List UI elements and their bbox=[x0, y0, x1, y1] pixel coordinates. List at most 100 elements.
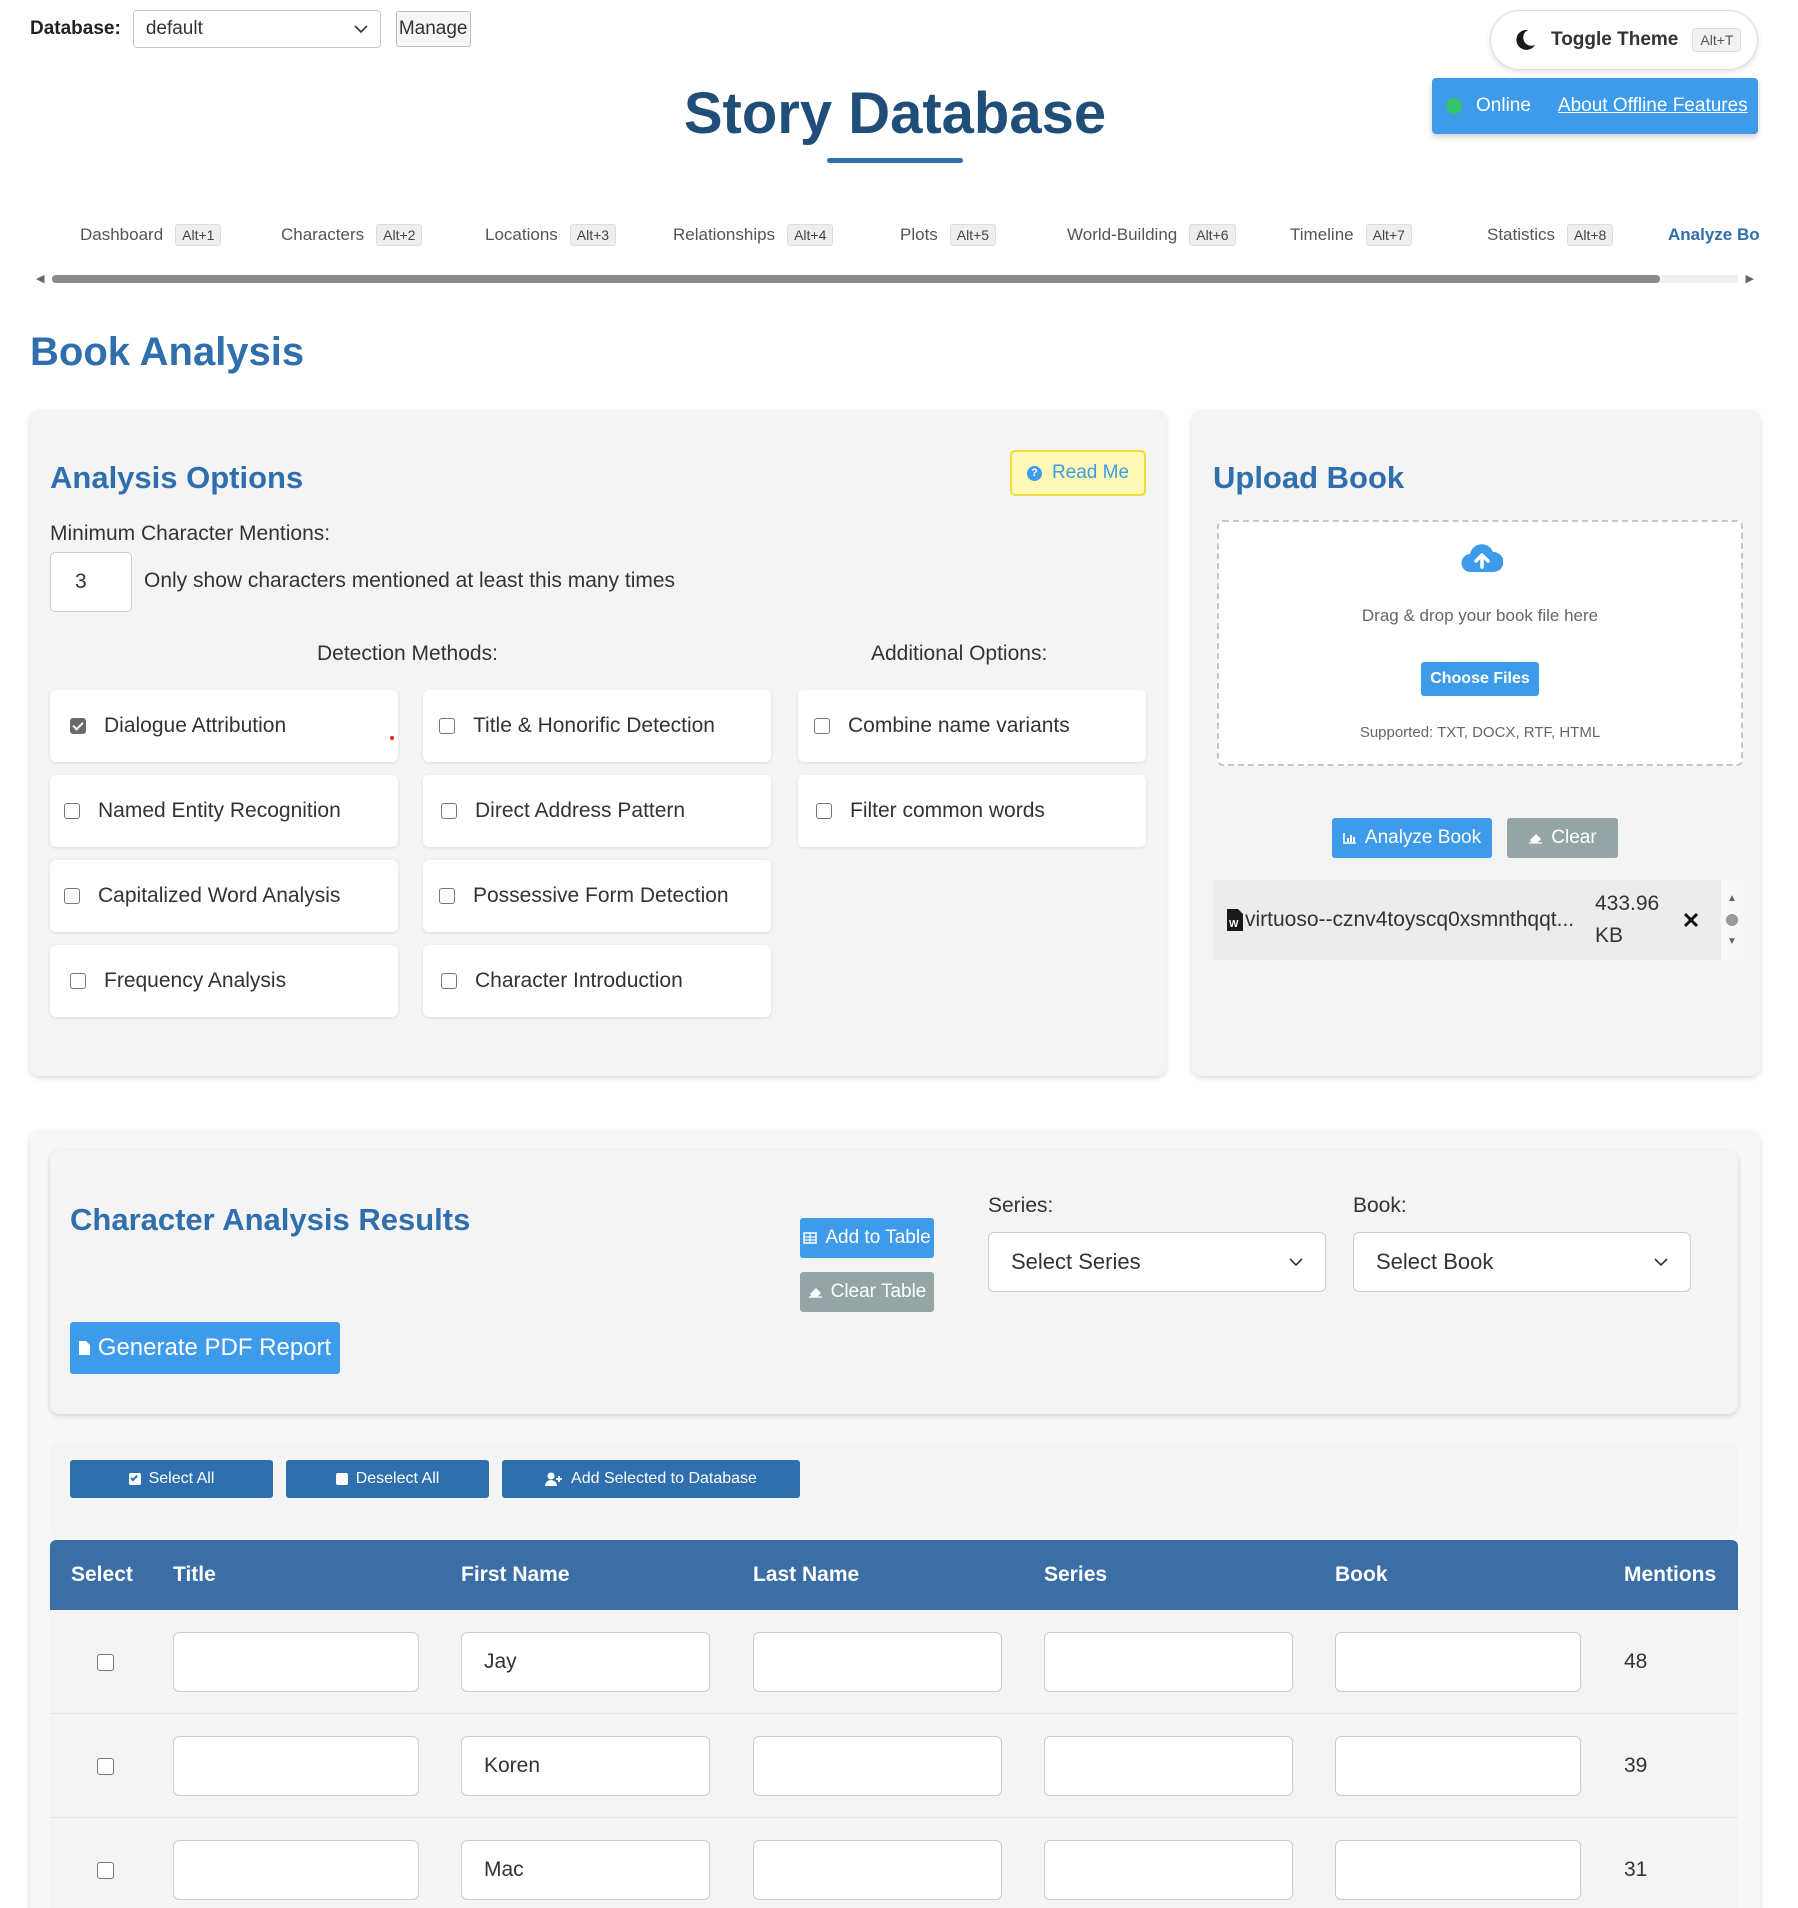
checkbox[interactable] bbox=[439, 888, 455, 904]
clear-table-button[interactable]: Clear Table bbox=[800, 1272, 934, 1312]
nav-shortcut: Alt+1 bbox=[175, 224, 222, 246]
series-select[interactable]: Select Series bbox=[988, 1232, 1326, 1292]
eraser-icon bbox=[1529, 834, 1543, 844]
results-title: Character Analysis Results bbox=[70, 1202, 471, 1237]
select-all-button[interactable]: Select All bbox=[70, 1460, 273, 1498]
option-character-introduction[interactable]: Character Introduction bbox=[423, 945, 771, 1017]
series-input[interactable] bbox=[1044, 1840, 1293, 1900]
nav-item-statistics[interactable]: Statistics Alt+8 bbox=[1487, 218, 1614, 252]
scroll-right-icon[interactable]: ▶ bbox=[1746, 272, 1754, 286]
table-icon bbox=[803, 1232, 818, 1244]
nav-shortcut: Alt+2 bbox=[376, 224, 423, 246]
option-label: Title & Honorific Detection bbox=[473, 714, 715, 737]
checkbox-checked[interactable] bbox=[70, 718, 86, 734]
title-input[interactable] bbox=[173, 1840, 419, 1900]
database-bar: Database: default Manage bbox=[30, 10, 471, 48]
scroll-thumb[interactable] bbox=[1726, 914, 1738, 926]
nav-shortcut: Alt+7 bbox=[1365, 224, 1412, 246]
generate-pdf-button[interactable]: Generate PDF Report bbox=[70, 1322, 340, 1374]
row-checkbox[interactable] bbox=[97, 1758, 114, 1775]
option-title-honorific[interactable]: Title & Honorific Detection bbox=[423, 690, 771, 762]
column-header-first-name: First Name bbox=[461, 1563, 570, 1586]
checkbox[interactable] bbox=[64, 803, 80, 819]
first-name-input[interactable]: Koren bbox=[461, 1736, 710, 1796]
file-dropzone[interactable]: Drag & drop your book file here Choose F… bbox=[1217, 520, 1743, 766]
option-named-entity[interactable]: Named Entity Recognition bbox=[50, 775, 398, 847]
nav-item-analyze-book[interactable]: Analyze Bo bbox=[1668, 218, 1760, 252]
book-select[interactable]: Select Book bbox=[1353, 1232, 1691, 1292]
last-name-input[interactable] bbox=[753, 1632, 1002, 1692]
nav-item-timeline[interactable]: Timeline Alt+7 bbox=[1290, 218, 1412, 252]
title-input[interactable] bbox=[173, 1632, 419, 1692]
checkbox[interactable] bbox=[816, 803, 832, 819]
analyze-book-button[interactable]: Analyze Book bbox=[1332, 818, 1492, 858]
nav-item-world-building[interactable]: World-Building Alt+6 bbox=[1067, 218, 1236, 252]
title-input[interactable] bbox=[173, 1736, 419, 1796]
moon-icon bbox=[1516, 29, 1535, 50]
scroll-left-icon[interactable]: ◀ bbox=[36, 272, 44, 286]
file-list-scrollbar[interactable]: ▲ ▼ bbox=[1721, 880, 1743, 960]
add-selected-button[interactable]: Add Selected to Database bbox=[502, 1460, 800, 1498]
row-checkbox[interactable] bbox=[97, 1862, 114, 1879]
checkbox[interactable] bbox=[70, 973, 86, 989]
nav-item-plots[interactable]: Plots Alt+5 bbox=[900, 218, 997, 252]
option-combine-name-variants[interactable]: Combine name variants bbox=[798, 690, 1146, 762]
manage-button[interactable]: Manage bbox=[395, 11, 471, 47]
checkbox[interactable] bbox=[814, 718, 830, 734]
option-label: Dialogue Attribution bbox=[104, 714, 287, 737]
nav-scrollbar[interactable]: ◀ ▶ bbox=[30, 272, 1760, 286]
nav-label: Relationships bbox=[673, 225, 776, 244]
option-possessive-form[interactable]: Possessive Form Detection bbox=[423, 860, 771, 932]
cloud-upload-icon bbox=[1461, 544, 1503, 573]
option-capitalized-word[interactable]: Capitalized Word Analysis bbox=[50, 860, 398, 932]
checkbox[interactable] bbox=[441, 973, 457, 989]
option-label: Direct Address Pattern bbox=[475, 799, 686, 822]
scroll-down-icon[interactable]: ▼ bbox=[1727, 936, 1737, 947]
option-direct-address[interactable]: Direct Address Pattern bbox=[423, 775, 771, 847]
read-me-button[interactable]: ? Read Me bbox=[1010, 450, 1146, 496]
first-name-input[interactable]: Jay bbox=[461, 1632, 710, 1692]
nav-item-locations[interactable]: Locations Alt+3 bbox=[485, 218, 617, 252]
row-checkbox[interactable] bbox=[97, 1654, 114, 1671]
read-me-label: Read Me bbox=[1051, 462, 1130, 483]
last-name-input[interactable] bbox=[753, 1736, 1002, 1796]
toggle-theme-button[interactable]: Toggle Theme Alt+T bbox=[1490, 10, 1758, 70]
scroll-up-icon[interactable]: ▲ bbox=[1727, 893, 1737, 904]
nav-shortcut: Alt+3 bbox=[569, 224, 617, 246]
add-to-table-label: Add to Table bbox=[825, 1227, 931, 1248]
min-mentions-input[interactable]: 3 bbox=[50, 552, 132, 612]
deselect-all-button[interactable]: Deselect All bbox=[286, 1460, 489, 1498]
nav-item-characters[interactable]: Characters Alt+2 bbox=[281, 218, 423, 252]
nav-item-dashboard[interactable]: Dashboard Alt+1 bbox=[80, 218, 222, 252]
table-row: Koren 39 bbox=[50, 1714, 1738, 1818]
scroll-thumb[interactable] bbox=[52, 275, 1660, 283]
add-to-table-button[interactable]: Add to Table bbox=[800, 1218, 934, 1258]
square-icon bbox=[335, 1473, 348, 1485]
app-title: Story Database bbox=[683, 81, 1107, 146]
checkbox[interactable] bbox=[64, 888, 80, 904]
choose-files-button[interactable]: Choose Files bbox=[1421, 662, 1539, 696]
nav-label: Statistics bbox=[1487, 225, 1556, 244]
book-input[interactable] bbox=[1335, 1840, 1581, 1900]
last-name-input[interactable] bbox=[753, 1840, 1002, 1900]
option-filter-common-words[interactable]: Filter common words bbox=[798, 775, 1146, 847]
database-value: default bbox=[145, 18, 203, 39]
close-icon[interactable] bbox=[1683, 912, 1699, 928]
database-select[interactable]: default bbox=[132, 10, 381, 48]
checkbox[interactable] bbox=[441, 803, 457, 819]
option-frequency-analysis[interactable]: Frequency Analysis bbox=[50, 945, 398, 1017]
series-input[interactable] bbox=[1044, 1736, 1293, 1796]
red-dot-marker bbox=[390, 736, 394, 740]
uploaded-file-item: W virtuoso--cznv4toyscq0xsmnthqqt... 433… bbox=[1213, 880, 1743, 960]
option-dialogue-attribution[interactable]: Dialogue Attribution bbox=[50, 690, 398, 762]
nav-item-relationships[interactable]: Relationships Alt+4 bbox=[673, 218, 834, 252]
clear-upload-button[interactable]: Clear bbox=[1507, 818, 1618, 858]
series-input[interactable] bbox=[1044, 1632, 1293, 1692]
checkbox[interactable] bbox=[439, 718, 455, 734]
first-name-input[interactable]: Mac bbox=[461, 1840, 710, 1900]
mentions-count: 39 bbox=[1624, 1754, 1648, 1777]
book-input[interactable] bbox=[1335, 1736, 1581, 1796]
nav-shortcut: Alt+6 bbox=[1189, 224, 1236, 246]
chevron-down-icon bbox=[1654, 1257, 1668, 1266]
book-input[interactable] bbox=[1335, 1632, 1581, 1692]
